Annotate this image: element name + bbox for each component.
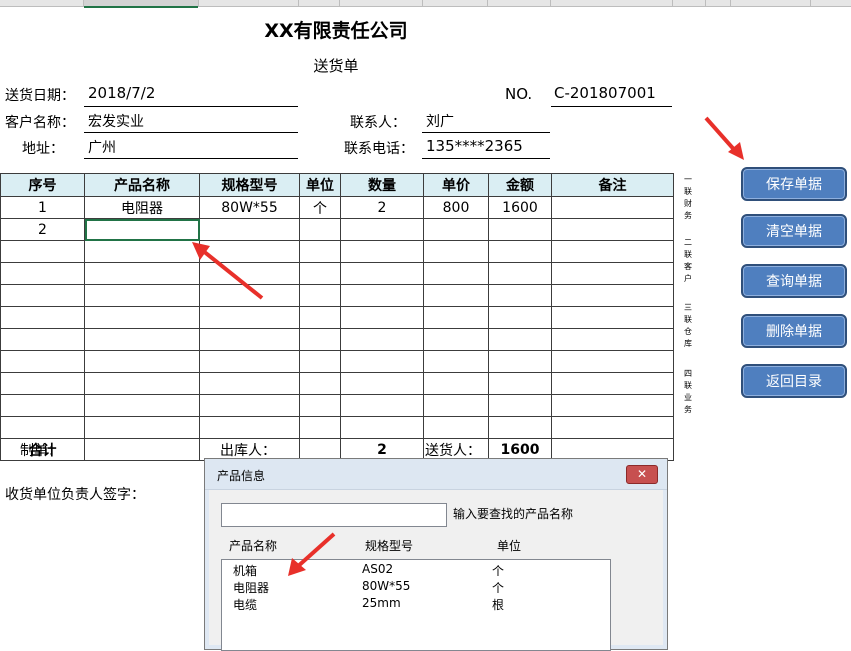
no-label: NO. [505, 85, 533, 103]
warehouse-label: 出库人： [220, 443, 276, 459]
copy-label-warehouse: 三联仓库 [684, 303, 692, 348]
phone-value[interactable]: 135****2365 [426, 137, 523, 155]
dialog-title: 产品信息 [217, 469, 266, 483]
address-value[interactable]: 广州 [88, 137, 116, 157]
list-item-name[interactable]: 电缆 [233, 596, 257, 613]
cell-product-selected[interactable] [84, 218, 200, 241]
col-header-spec: 规格型号 [365, 539, 414, 553]
date-label: 送货日期： [5, 88, 75, 104]
customer-label: 客户名称： [5, 115, 75, 131]
cell-qty[interactable]: 2 [340, 196, 424, 219]
table-row[interactable] [0, 240, 674, 263]
maker-label: 制单： [20, 443, 62, 459]
list-item-spec[interactable]: 80W*55 [362, 579, 410, 593]
address-label: 地址： [22, 141, 64, 157]
query-button[interactable]: 查询单据 [741, 264, 847, 298]
copy-label-finance: 一联财务 [684, 175, 692, 220]
date-value[interactable]: 2018/7/2 [88, 84, 155, 102]
table-row[interactable] [0, 416, 674, 439]
contact-label: 联系人： [350, 115, 406, 131]
arrow-icon [704, 116, 744, 160]
receiver-sign-label: 收货单位负责人签字： [5, 487, 145, 503]
table-row[interactable] [0, 262, 674, 285]
cell-index[interactable]: 1 [0, 196, 85, 219]
table-row[interactable] [0, 350, 674, 373]
customer-value[interactable]: 宏发实业 [88, 111, 144, 131]
clear-button[interactable]: 清空单据 [741, 214, 847, 248]
product-search-input[interactable] [221, 503, 447, 527]
table-row[interactable] [0, 394, 674, 417]
list-item-spec[interactable]: AS02 [362, 562, 393, 576]
cell-remark[interactable] [551, 218, 674, 241]
cell-product[interactable]: 电阻器 [84, 196, 200, 219]
table-row[interactable] [0, 284, 674, 307]
col-header-unit: 单位 [497, 539, 522, 553]
header-cell: 序号 [0, 173, 85, 197]
copy-label-customer: 二联客户 [684, 238, 692, 283]
column-header-strip [0, 0, 851, 8]
list-item-name[interactable]: 机箱 [233, 562, 257, 579]
company-title: XX有限责任公司 [264, 20, 408, 42]
contact-value[interactable]: 刘广 [426, 111, 454, 131]
header-cell: 产品名称 [84, 173, 200, 197]
header-cell: 规格型号 [199, 173, 300, 197]
table-row[interactable] [0, 306, 674, 329]
list-item-unit[interactable]: 个 [492, 562, 504, 579]
table-row[interactable] [0, 328, 674, 351]
table-row: 2 [0, 218, 674, 241]
header-cell: 金额 [488, 173, 552, 197]
cell-remark[interactable] [551, 196, 674, 219]
cell-price[interactable] [423, 218, 489, 241]
phone-label: 联系电话： [344, 141, 414, 157]
cell-amount[interactable] [488, 218, 552, 241]
cell-amount[interactable]: 1600 [488, 196, 552, 219]
list-item-name[interactable]: 电阻器 [233, 579, 269, 596]
header-cell: 备注 [551, 173, 674, 197]
back-button[interactable]: 返回目录 [741, 364, 847, 398]
dialog-titlebar[interactable]: 产品信息 ✕ [205, 459, 667, 490]
save-button[interactable]: 保存单据 [741, 167, 847, 201]
delete-button[interactable]: 删除单据 [741, 314, 847, 348]
product-info-dialog: 产品信息 ✕ 输入要查找的产品名称 产品名称 规格型号 单位 机箱 AS02 个… [204, 458, 668, 651]
table-row: 1 电阻器 80W*55 个 2 800 1600 [0, 196, 674, 219]
deliverer-label: 送货人： [425, 443, 481, 459]
cell-price[interactable]: 800 [423, 196, 489, 219]
cell-index[interactable]: 2 [0, 218, 85, 241]
cell-spec[interactable] [199, 218, 300, 241]
cell-unit[interactable] [299, 218, 341, 241]
copy-label-sales: 四联业务 [684, 369, 692, 414]
header-cell: 单位 [299, 173, 341, 197]
cell-unit[interactable]: 个 [299, 196, 341, 219]
selected-column-indicator [84, 0, 198, 8]
table-row[interactable] [0, 372, 674, 395]
header-cell: 数量 [340, 173, 424, 197]
product-list[interactable]: 机箱 AS02 个 电阻器 80W*55 个 电缆 25mm 根 [221, 559, 611, 651]
cell-spec[interactable]: 80W*55 [199, 196, 300, 219]
header-cell: 单价 [423, 173, 489, 197]
list-item-unit[interactable]: 根 [492, 596, 504, 613]
list-item-unit[interactable]: 个 [492, 579, 504, 596]
col-header-name: 产品名称 [229, 539, 278, 553]
cell-qty[interactable] [340, 218, 424, 241]
search-hint: 输入要查找的产品名称 [453, 507, 574, 521]
table-header-row: 序号 产品名称 规格型号 单位 数量 单价 金额 备注 [0, 173, 674, 197]
close-icon[interactable]: ✕ [626, 465, 658, 484]
delivery-items-table: 序号 产品名称 规格型号 单位 数量 单价 金额 备注 1 电阻器 80W*55… [0, 173, 674, 461]
list-item-spec[interactable]: 25mm [362, 596, 401, 610]
no-value[interactable]: C-201807001 [554, 84, 656, 102]
document-title: 送货单 [313, 57, 359, 75]
